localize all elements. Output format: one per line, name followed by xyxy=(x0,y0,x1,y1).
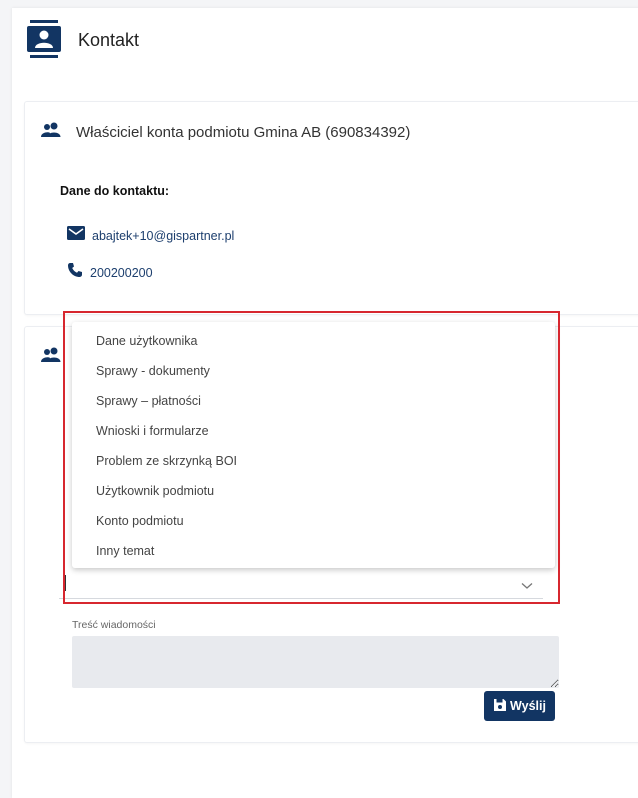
topic-option[interactable]: Konto podmiotu xyxy=(72,506,555,536)
phone-row: 200200200 xyxy=(67,262,153,283)
message-label: Treść wiadomości xyxy=(72,619,156,631)
phone-link[interactable]: 200200200 xyxy=(90,266,153,280)
contact-book-icon xyxy=(26,20,62,60)
phone-icon xyxy=(67,262,83,283)
page-title: Kontakt xyxy=(78,29,140,50)
users-icon xyxy=(40,347,62,368)
save-icon xyxy=(493,698,507,715)
topic-option[interactable]: Sprawy – płatności xyxy=(72,386,555,416)
users-icon xyxy=(40,122,62,143)
send-button-label: Wyślij xyxy=(510,699,546,713)
send-button[interactable]: Wyślij xyxy=(484,691,555,721)
email-link[interactable]: abajtek+10@gispartner.pl xyxy=(92,229,234,243)
topic-option[interactable]: Użytkownik podmiotu xyxy=(72,476,555,506)
topic-option[interactable]: Dane użytkownika xyxy=(72,326,555,356)
topic-option[interactable]: Sprawy - dokumenty xyxy=(72,356,555,386)
topic-dropdown: Dane użytkownika Sprawy - dokumenty Spra… xyxy=(72,322,555,568)
email-row: abajtek+10@gispartner.pl xyxy=(67,226,234,245)
topic-option[interactable]: Wnioski i formularze xyxy=(72,416,555,446)
owner-contact-card: Właściciel konta podmiotu Gmina AB (6908… xyxy=(24,101,638,315)
topic-select[interactable] xyxy=(59,568,543,599)
text-cursor xyxy=(65,575,66,591)
owner-title: Właściciel konta podmiotu Gmina AB (6908… xyxy=(76,124,411,141)
topic-option[interactable]: Problem ze skrzynką BOI xyxy=(72,446,555,476)
contact-heading: Dane do kontaktu: xyxy=(60,184,170,198)
chevron-down-icon[interactable] xyxy=(521,577,533,595)
owner-row: Właściciel konta podmiotu Gmina AB (6908… xyxy=(40,122,410,143)
topic-option[interactable]: Inny temat xyxy=(72,536,555,566)
message-textarea[interactable] xyxy=(72,636,559,688)
page-header: Kontakt xyxy=(26,20,139,60)
envelope-icon xyxy=(67,226,85,245)
